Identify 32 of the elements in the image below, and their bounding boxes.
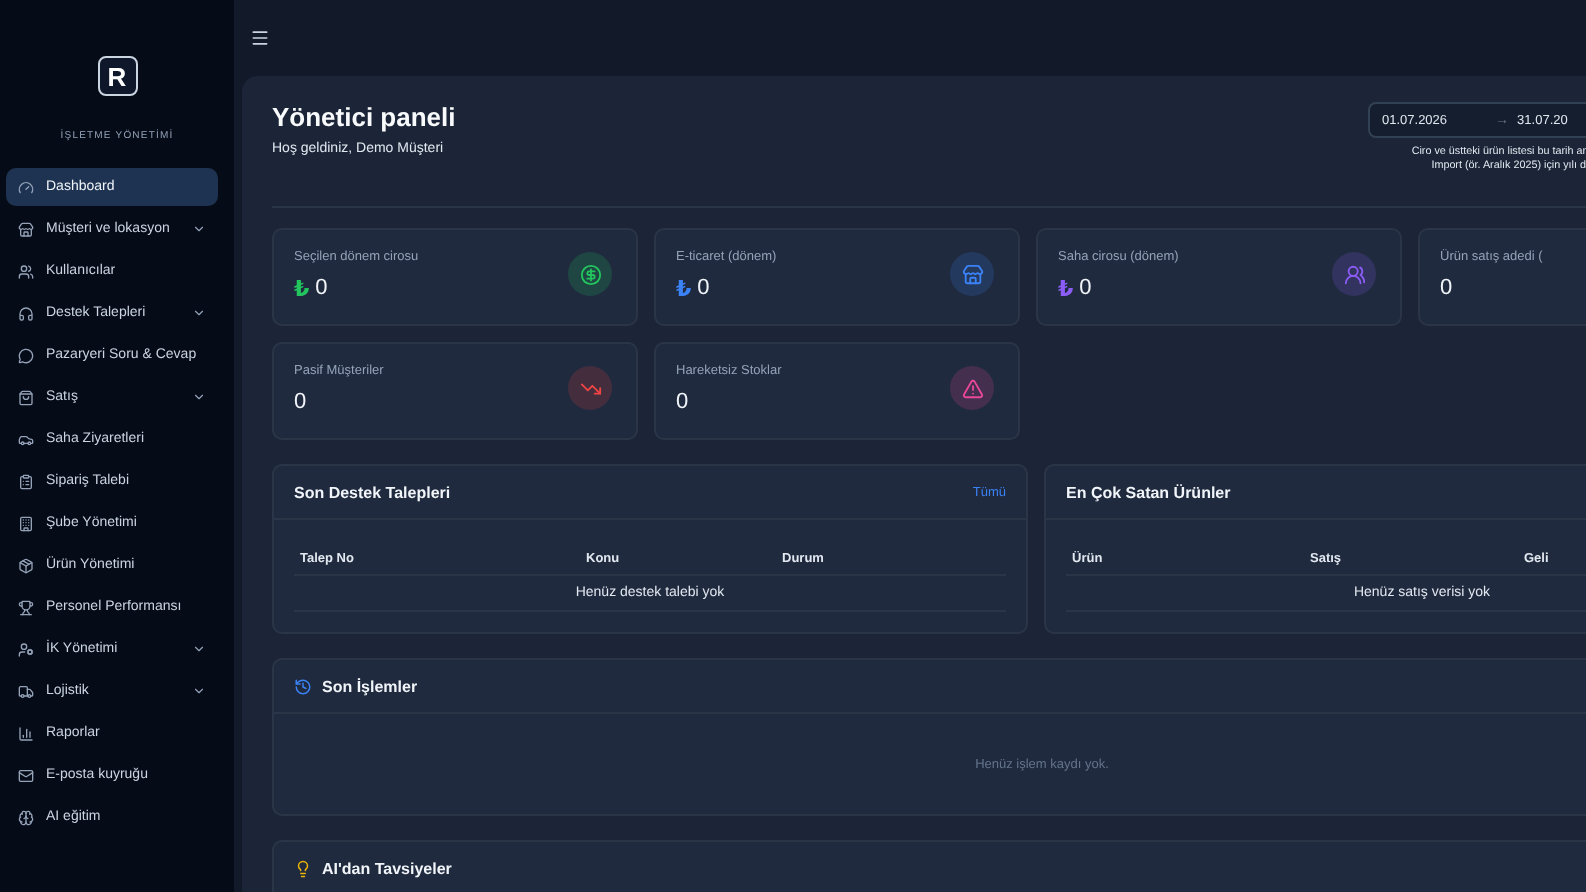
- card-title-text: Son İşlemler: [322, 677, 418, 695]
- history-icon: [294, 677, 312, 695]
- page-title: Yönetici paneli: [272, 102, 456, 132]
- card-title-text: AI'dan Tavsiyeler: [322, 859, 452, 877]
- brain-icon: [18, 809, 34, 825]
- trophy-icon: [18, 599, 34, 615]
- store-icon: [18, 221, 34, 237]
- headphones-icon: [18, 305, 34, 321]
- currency-symbol: ₺: [294, 276, 310, 302]
- lightbulb-icon: [294, 859, 312, 877]
- stat-value: 0: [676, 390, 689, 414]
- stat-value: 0: [697, 276, 710, 302]
- chart-icon: [18, 725, 34, 741]
- bag-icon: [18, 389, 34, 405]
- currency-symbol: ₺: [676, 276, 692, 302]
- building-icon: [18, 515, 34, 531]
- stat-value: 0: [294, 390, 307, 414]
- stat-value: 0: [1079, 276, 1092, 302]
- package-icon: [18, 557, 34, 573]
- logo: R: [97, 56, 137, 96]
- chat-icon: [18, 347, 34, 363]
- menu-icon[interactable]: [250, 28, 270, 48]
- card-title: En Çok Satan Ürünler: [1066, 483, 1231, 501]
- car-icon: [18, 431, 34, 447]
- card-title: Son Destek Talepleri: [294, 483, 451, 501]
- currency-symbol: ₺: [1058, 276, 1074, 302]
- stat-value: 0: [1440, 276, 1453, 300]
- clipboard-icon: [18, 473, 34, 489]
- mail-icon: [18, 767, 34, 783]
- stat-value: 0: [315, 276, 328, 302]
- gauge-icon: [18, 179, 34, 195]
- truck-icon: [18, 683, 34, 699]
